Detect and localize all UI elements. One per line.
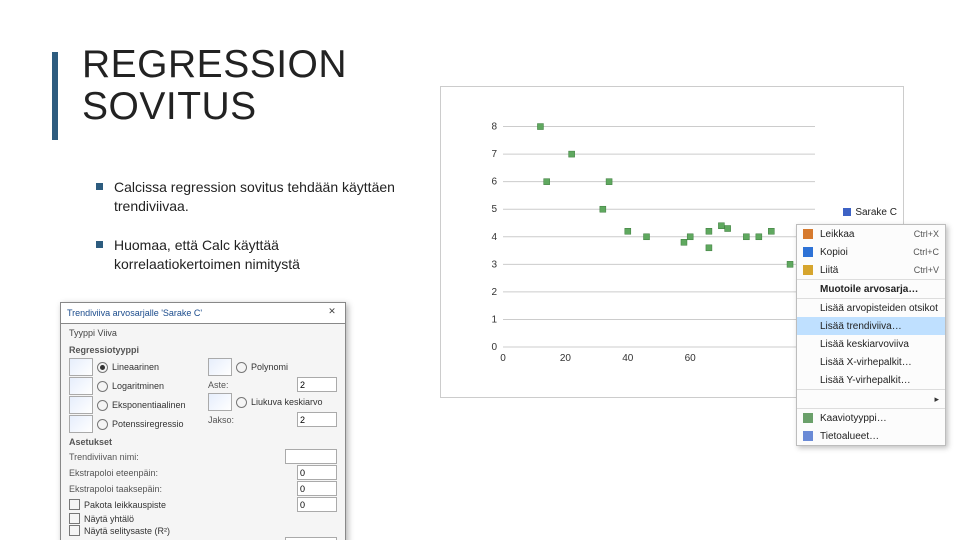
radio-icon[interactable] xyxy=(97,362,108,373)
svg-text:40: 40 xyxy=(622,353,634,364)
svg-text:5: 5 xyxy=(491,204,497,215)
menu-arrange[interactable]: ▸ xyxy=(797,389,945,408)
radio-icon[interactable] xyxy=(97,419,108,430)
title-accent xyxy=(52,52,58,140)
opt-polynomial[interactable]: Polynomi xyxy=(208,358,337,376)
data-points xyxy=(537,124,793,268)
title-line2: SOVITUS xyxy=(82,85,257,128)
thumb-poly-icon xyxy=(208,358,232,376)
svg-text:0: 0 xyxy=(500,353,506,364)
menu-cut[interactable]: Leikkaa Ctrl+X xyxy=(797,225,945,243)
extrapolate-bwd-field[interactable]: Ekstrapoloi taaksepäin: xyxy=(69,481,337,496)
checkbox-icon[interactable] xyxy=(69,525,80,536)
svg-text:7: 7 xyxy=(491,149,497,160)
bullet-item: Huomaa, että Calc käyttää korrelaatioker… xyxy=(96,236,396,274)
svg-text:1: 1 xyxy=(491,314,497,325)
period-input[interactable] xyxy=(297,412,337,427)
checkbox-icon[interactable] xyxy=(69,513,80,524)
chk-show-r2[interactable]: Näytä selitysaste (R²) xyxy=(69,525,337,536)
radio-icon[interactable] xyxy=(236,397,247,408)
menu-data-ranges[interactable]: Tietoalueet… xyxy=(797,427,945,445)
thumb-power-icon xyxy=(69,415,93,433)
intercept-input[interactable] xyxy=(297,497,337,512)
menu-mean-line[interactable]: Lisää keskiarvoviiva xyxy=(797,335,945,353)
close-icon[interactable]: ✕ xyxy=(325,306,339,320)
thumb-log-icon xyxy=(69,377,93,395)
plot-area: 0 1 2 3 4 5 6 7 8 0 20 40 60 xyxy=(479,95,819,367)
dialog-tabs[interactable]: Tyyppi Viiva xyxy=(61,324,345,338)
legend-swatch xyxy=(843,208,851,216)
group-regression-type: Regressiotyyppi xyxy=(69,345,337,355)
svg-text:3: 3 xyxy=(491,259,497,270)
chart-legend: Sarake C xyxy=(843,207,897,218)
trendline-dialog: Trendiviiva arvosarjalle 'Sarake C' ✕ Ty… xyxy=(60,302,346,540)
dialog-title: Trendiviiva arvosarjalle 'Sarake C' xyxy=(67,308,202,318)
extrapolate-fwd-field[interactable]: Ekstrapoloi eteenpäin: xyxy=(69,465,337,480)
opt-moving-average[interactable]: Liukuva keskiarvo xyxy=(208,393,337,411)
menu-chart-type[interactable]: Kaaviotyyppi… xyxy=(797,408,945,427)
menu-format-series[interactable]: Muotoile arvosarja… xyxy=(797,279,945,298)
svg-text:0: 0 xyxy=(491,342,497,353)
radio-icon[interactable] xyxy=(97,381,108,392)
svg-text:20: 20 xyxy=(560,353,572,364)
extrapolate-bwd-input[interactable] xyxy=(297,481,337,496)
menu-x-error-bars[interactable]: Lisää X-virhepalkit… xyxy=(797,353,945,371)
copy-icon xyxy=(801,245,815,259)
opt-linear[interactable]: Lineaarinen xyxy=(69,358,198,376)
opt-power[interactable]: Potenssiregressio xyxy=(69,415,198,433)
radio-icon[interactable] xyxy=(97,400,108,411)
dialog-titlebar[interactable]: Trendiviiva arvosarjalle 'Sarake C' ✕ xyxy=(61,303,345,324)
trendline-name-field[interactable]: Trendiviivan nimi: xyxy=(69,449,337,464)
opt-exp[interactable]: Eksponentiaalinen xyxy=(69,396,198,414)
svg-text:8: 8 xyxy=(491,122,497,133)
svg-text:6: 6 xyxy=(491,177,497,188)
radio-icon[interactable] xyxy=(236,362,247,373)
menu-insert-trendline[interactable]: Lisää trendiviiva… xyxy=(797,317,945,335)
slide-title: REGRESSION SOVITUS xyxy=(82,44,347,128)
scissors-icon xyxy=(801,227,815,241)
checkbox-icon[interactable] xyxy=(69,499,80,510)
degree-input[interactable] xyxy=(297,377,337,392)
extrapolate-fwd-input[interactable] xyxy=(297,465,337,480)
svg-text:4: 4 xyxy=(491,232,497,243)
legend-label: Sarake C xyxy=(855,207,897,218)
trendline-name-input[interactable] xyxy=(285,449,337,464)
chk-force-intercept[interactable]: Pakota leikkauspiste xyxy=(69,497,337,512)
thumb-ma-icon xyxy=(208,393,232,411)
menu-paste[interactable]: Liitä Ctrl+V xyxy=(797,261,945,279)
menu-copy[interactable]: Kopioi Ctrl+C xyxy=(797,243,945,261)
svg-text:60: 60 xyxy=(685,353,697,364)
paste-icon xyxy=(801,263,815,277)
grid-icon xyxy=(801,429,815,443)
context-menu: Leikkaa Ctrl+X Kopioi Ctrl+C Liitä Ctrl+… xyxy=(796,224,946,446)
bullet-item: Calcissa regression sovitus tehdään käyt… xyxy=(96,178,396,216)
menu-data-labels[interactable]: Lisää arvopisteiden otsikot xyxy=(797,298,945,317)
group-options: Asetukset xyxy=(69,437,337,447)
thumb-exp-icon xyxy=(69,396,93,414)
period-field[interactable]: Jakso: xyxy=(208,412,337,427)
chart-icon xyxy=(801,411,815,425)
title-line1: REGRESSION xyxy=(82,43,347,86)
menu-y-error-bars[interactable]: Lisää Y-virhepalkit… xyxy=(797,371,945,389)
thumb-linear-icon xyxy=(69,358,93,376)
bullet-list: Calcissa regression sovitus tehdään käyt… xyxy=(96,178,396,294)
chk-show-equation[interactable]: Näytä yhtälö xyxy=(69,513,337,524)
x-axis-ticks: 0 20 40 60 xyxy=(500,353,696,364)
chevron-right-icon: ▸ xyxy=(934,394,939,405)
degree-field[interactable]: Aste: xyxy=(208,377,337,392)
y-axis-ticks: 0 1 2 3 4 5 6 7 8 xyxy=(491,122,497,353)
opt-log[interactable]: Logaritminen xyxy=(69,377,198,395)
gridlines xyxy=(503,127,815,347)
svg-text:2: 2 xyxy=(491,287,497,298)
